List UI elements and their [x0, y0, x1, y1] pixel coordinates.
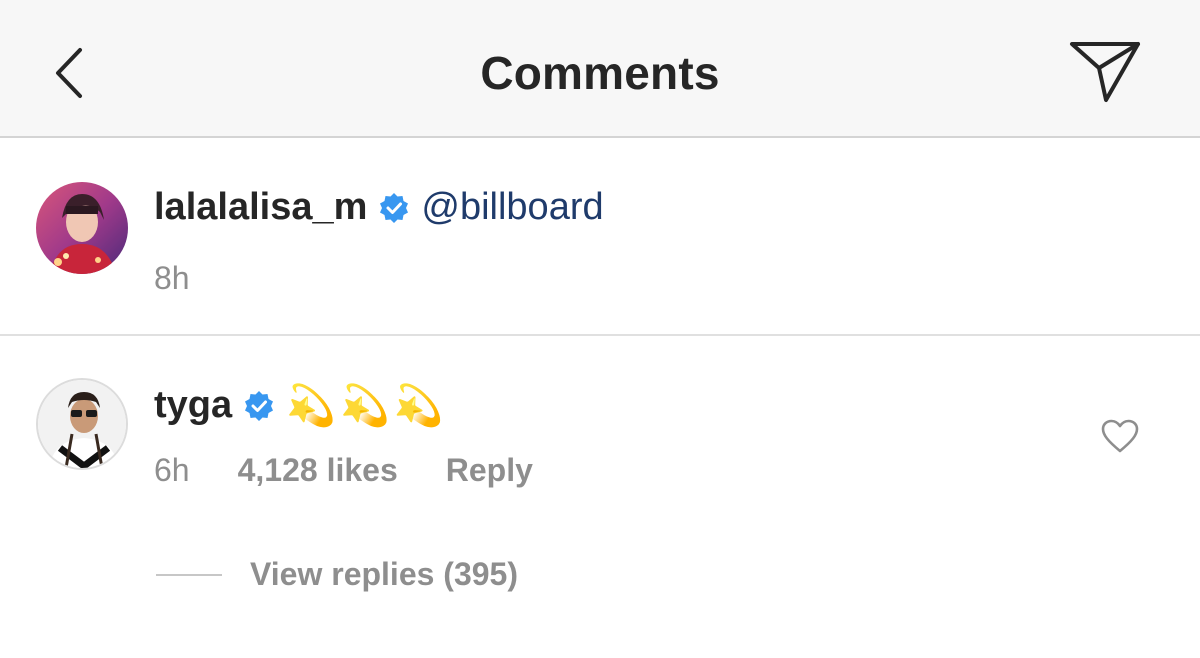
like-button[interactable]: [1100, 418, 1140, 454]
avatar-image: [38, 380, 126, 468]
comment-time: 8h: [154, 260, 190, 296]
view-replies-label: View replies (395): [250, 556, 518, 592]
mention-link[interactable]: @billboard: [421, 186, 603, 229]
view-replies-button[interactable]: View replies (395): [156, 556, 518, 593]
avatar[interactable]: [36, 182, 128, 274]
verified-badge-icon: [380, 192, 409, 223]
paper-plane-icon: [1070, 42, 1140, 102]
caption-comment: lalalalisa_m @billboard 8h: [0, 140, 1200, 336]
comment-meta: 6h 4,128 likes Reply: [154, 452, 581, 489]
comment-meta: 8h: [154, 260, 238, 297]
avatar[interactable]: [36, 378, 128, 470]
comment-line: tyga 💫💫💫: [154, 382, 448, 429]
likes-count[interactable]: 4,128 likes: [238, 452, 398, 489]
divider: [156, 573, 222, 576]
share-button[interactable]: [1068, 38, 1144, 106]
page-title: Comments: [480, 47, 720, 99]
comment-text: 💫💫💫: [286, 384, 448, 428]
username[interactable]: tyga: [154, 384, 232, 427]
reply-button[interactable]: Reply: [446, 452, 533, 489]
heart-icon: [1101, 419, 1139, 453]
comment-item: tyga 💫💫💫 6h 4,128 likes Reply View repli…: [0, 338, 1200, 658]
top-bar: Comments: [0, 0, 1200, 138]
username[interactable]: lalalalisa_m: [154, 186, 367, 229]
comment-time: 6h: [154, 452, 190, 488]
verified-badge-icon: [245, 390, 274, 421]
avatar-image: [36, 182, 128, 274]
comment-line: lalalalisa_m @billboard: [154, 186, 604, 229]
